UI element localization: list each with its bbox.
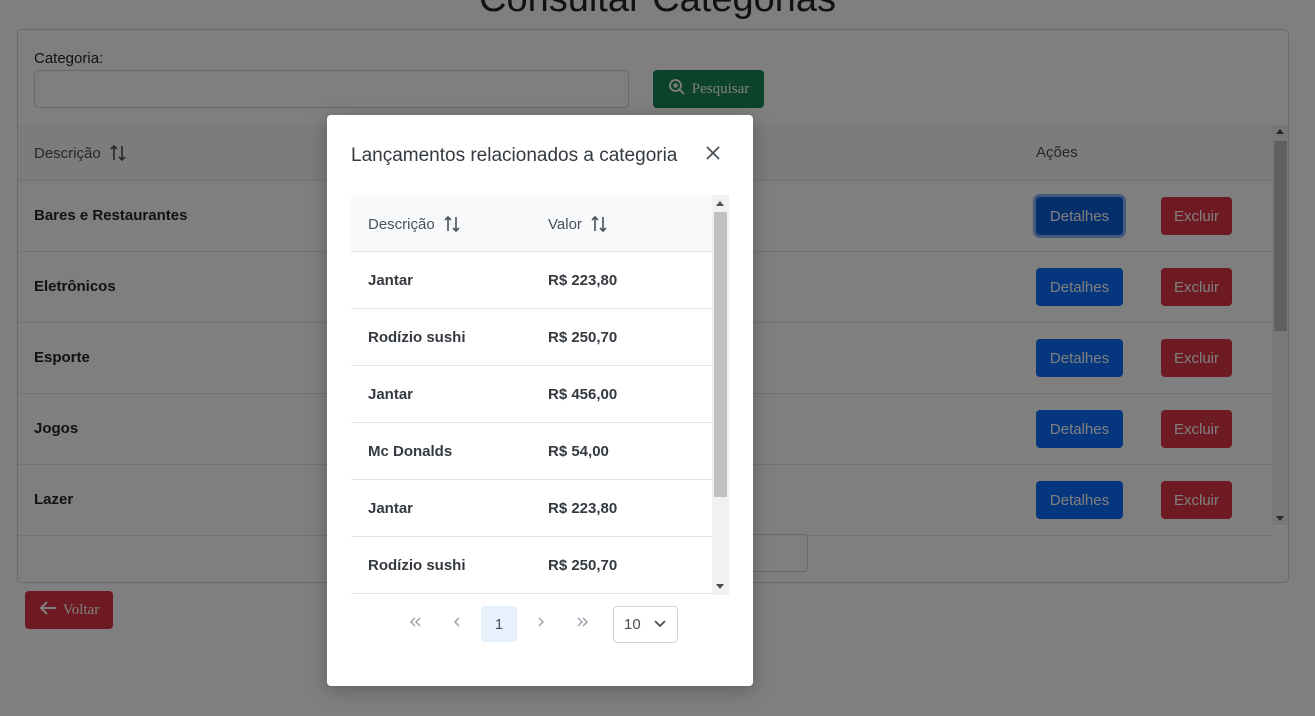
entries-table: Descrição Valor Jantar R$ 223,80 Rodízio…: [351, 195, 729, 595]
scrollbar-thumb[interactable]: [714, 212, 727, 497]
entry-description: Mc Donalds: [368, 443, 453, 460]
page-button[interactable]: 1: [481, 606, 517, 642]
entry-value: R$ 223,80: [548, 272, 618, 289]
table-row: Mc Donalds R$ 54,00: [351, 423, 712, 480]
entry-value: R$ 250,70: [548, 557, 618, 574]
rows-per-page-select[interactable]: 10: [613, 606, 678, 643]
chevron-down-icon: [653, 617, 667, 635]
table-row: Jantar R$ 223,80: [351, 252, 712, 309]
entry-value: R$ 250,70: [548, 329, 618, 346]
column-header-label: Descrição: [368, 215, 435, 233]
paginator: 1 10: [327, 605, 753, 645]
related-entries-modal: Lançamentos relacionados a categoria Des…: [327, 115, 753, 686]
entry-description: Jantar: [368, 500, 414, 517]
entry-description: Jantar: [368, 272, 414, 289]
double-chevron-left-icon: [408, 615, 422, 633]
rows-per-page-value: 10: [624, 616, 641, 633]
previous-page-button[interactable]: [439, 606, 475, 642]
chevron-left-icon: [450, 615, 464, 633]
modal-title: Lançamentos relacionados a categoria: [351, 145, 678, 166]
entry-description: Rodízio sushi: [368, 557, 466, 574]
chevron-right-icon: [534, 615, 548, 633]
close-icon: [705, 145, 721, 166]
entry-value: R$ 54,00: [548, 443, 609, 460]
entry-value: R$ 456,00: [548, 386, 618, 403]
scroll-up-icon[interactable]: [716, 201, 724, 206]
table-row: Rodízio sushi R$ 250,70: [351, 309, 712, 366]
first-page-button[interactable]: [397, 606, 433, 642]
next-page-button[interactable]: [523, 606, 559, 642]
table-row: Rodízio sushi R$ 250,70: [351, 537, 712, 594]
scroll-down-icon[interactable]: [716, 584, 724, 589]
column-header-label: Valor: [548, 215, 582, 233]
entry-description: Jantar: [368, 386, 414, 403]
sort-icon[interactable]: [443, 215, 461, 233]
entry-value: R$ 223,80: [548, 500, 618, 517]
entry-description: Rodízio sushi: [368, 329, 466, 346]
table-row: Jantar R$ 223,80: [351, 480, 712, 537]
column-header-descricao[interactable]: Descrição: [368, 215, 461, 233]
column-header-valor[interactable]: Valor: [548, 215, 608, 233]
entries-table-header: Descrição Valor: [351, 195, 712, 252]
double-chevron-right-icon: [576, 615, 590, 633]
table-row: Jantar R$ 456,00: [351, 366, 712, 423]
sort-icon[interactable]: [590, 215, 608, 233]
modal-table-scrollbar[interactable]: [712, 195, 729, 595]
close-button[interactable]: [703, 145, 723, 165]
last-page-button[interactable]: [565, 606, 601, 642]
